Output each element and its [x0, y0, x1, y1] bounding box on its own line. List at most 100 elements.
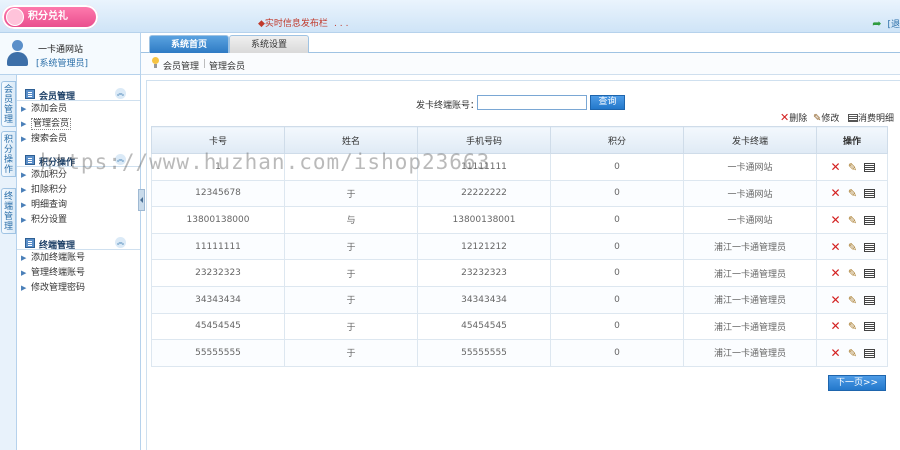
top-tabs: 系统首页 系统设置 [141, 33, 900, 53]
collapse-icon[interactable]: ︽ [115, 154, 126, 165]
collapse-icon[interactable]: ︽ [115, 237, 126, 248]
list-icon[interactable] [863, 162, 875, 172]
breadcrumb-manage-members[interactable]: 管理会员 [209, 59, 245, 72]
delete-icon[interactable]: ✕ [830, 346, 842, 360]
app-logo: 积分兑礼 [2, 5, 98, 29]
cell-actions: ✕ ✎ [816, 339, 888, 367]
collapse-icon[interactable]: ︽ [115, 88, 126, 99]
detail-label[interactable]: 消费明细 [858, 114, 894, 124]
list-icon[interactable] [863, 348, 875, 358]
marquee-dots: ... [333, 19, 352, 29]
cell-points: 0 [550, 339, 684, 367]
delete-icon[interactable]: ✕ [830, 213, 842, 227]
table-row[interactable]: 12345678 于 22222222 0 一卡通网站 ✕ ✎ [151, 179, 888, 208]
cell-card-no: 55555555 [151, 339, 285, 367]
cell-card-no: 1 [151, 153, 285, 181]
pencil-icon[interactable]: ✎ [848, 161, 858, 174]
sidebar-group-header[interactable]: 终端管理 ︽ [17, 236, 140, 251]
breadcrumb-member-management[interactable]: 会员管理 [163, 59, 199, 72]
vtab-points-operations[interactable]: 积分操作 [1, 131, 16, 177]
cell-name: 与 [284, 206, 418, 234]
list-icon[interactable] [863, 215, 875, 225]
sidebar-collapse-handle[interactable] [138, 189, 145, 211]
pencil-icon[interactable]: ✎ [848, 347, 858, 360]
delete-icon: ✕ [780, 111, 790, 124]
tab-settings[interactable]: 系统设置 [229, 35, 309, 53]
sidebar-item-add-points[interactable]: ▶ 添加积分 [17, 168, 140, 183]
cell-phone: 22222222 [417, 179, 551, 208]
vtab-member-management[interactable]: 会员管理 [1, 81, 16, 127]
pencil-icon[interactable]: ✎ [848, 320, 858, 333]
table-row[interactable]: 23232323 于 23232323 0 浦江一卡通管理员 ✕ ✎ [151, 259, 888, 287]
cell-phone: 13800138001 [417, 206, 551, 234]
sidebar-item-add-member[interactable]: ▶ 添加会员 [17, 102, 140, 117]
sidebar-item-change-password[interactable]: ▶ 修改管理密码 [17, 281, 140, 296]
delete-icon[interactable]: ✕ [830, 240, 842, 254]
delete-icon[interactable]: ✕ [830, 319, 842, 333]
sidebar-item-manage-members[interactable]: ▶ 管理会员 [17, 117, 140, 132]
sidebar-item-detail-query[interactable]: ▶ 明细查询 [17, 198, 140, 213]
table-row[interactable]: 11111111 于 12121212 0 浦江一卡通管理员 ✕ ✎ [151, 232, 888, 261]
cell-points: 0 [550, 259, 684, 287]
delete-icon[interactable]: ✕ [830, 160, 842, 174]
cell-terminal: 浦江一卡通管理员 [683, 259, 817, 287]
terminal-account-input[interactable] [477, 95, 587, 110]
cell-terminal: 一卡通网站 [683, 179, 817, 208]
search-label: 发卡终端账号： [416, 101, 480, 111]
delete-icon[interactable]: ✕ [830, 293, 842, 307]
search-button[interactable]: 查询 [590, 95, 625, 110]
lightbulb-icon [151, 57, 160, 68]
table-row[interactable]: 13800138000 与 13800138001 0 一卡通网站 ✕ ✎ [151, 206, 888, 234]
delete-action[interactable]: ✕删除 [780, 111, 807, 124]
sidebar-group-header[interactable]: 会员管理 ︽ [17, 87, 140, 102]
cell-card-no: 45454545 [151, 312, 285, 341]
sidebar-item-deduct-points[interactable]: ▶ 扣除积分 [17, 183, 140, 198]
list-icon[interactable] [863, 269, 875, 279]
arrow-right-icon: ▶ [21, 186, 27, 194]
cell-points: 0 [550, 285, 684, 314]
edit-label[interactable]: 修改 [821, 114, 839, 124]
cell-phone: 55555555 [417, 339, 551, 367]
pencil-icon[interactable]: ✎ [848, 294, 858, 307]
sidebar-item-points-settings[interactable]: ▶ 积分设置 [17, 213, 140, 228]
pencil-icon[interactable]: ✎ [848, 267, 858, 280]
col-header-actions: 操作 [816, 126, 888, 154]
cell-actions: ✕ ✎ [816, 259, 888, 287]
cell-name: 于 [284, 179, 418, 208]
arrow-right-icon: ▶ [21, 171, 27, 179]
table-row[interactable]: 34343434 于 34343434 0 浦江一卡通管理员 ✕ ✎ [151, 285, 888, 314]
vtab-terminal-management[interactable]: 终端管理 [1, 188, 16, 234]
cell-terminal: 浦江一卡通管理员 [683, 312, 817, 341]
next-page-button[interactable]: 下一页>> [828, 375, 886, 391]
sidebar-group-terminals: 终端管理 ︽ ▶ 添加终端账号 ▶ 管理终端账号 ▶ 修改管理密码 [17, 236, 140, 296]
list-icon[interactable] [863, 189, 875, 199]
table-header-row: 卡号 姓名 手机号码 积分 发卡终端 操作 [151, 126, 888, 154]
sidebar-item-manage-terminals[interactable]: ▶ 管理终端账号 [17, 266, 140, 281]
pencil-icon[interactable]: ✎ [848, 241, 858, 254]
sidebar-item-search-members[interactable]: ▶ 搜索会员 [17, 132, 140, 147]
cell-actions: ✕ ✎ [816, 232, 888, 261]
cell-actions: ✕ ✎ [816, 153, 888, 181]
exit-link[interactable]: ➦ [退 [872, 17, 900, 30]
sidebar-item-add-terminal[interactable]: ▶ 添加终端账号 [17, 251, 140, 266]
list-icon[interactable] [863, 322, 875, 332]
sidebar-group-header[interactable]: 积分操作 ︽ [17, 153, 140, 168]
delete-icon[interactable]: ✕ [830, 266, 842, 280]
cell-points: 0 [550, 206, 684, 234]
col-header-phone: 手机号码 [417, 126, 551, 154]
cell-name: 于 [284, 312, 418, 341]
list-icon[interactable] [863, 242, 875, 252]
pencil-icon[interactable]: ✎ [848, 187, 858, 200]
table-row[interactable]: 1 11111111 0 一卡通网站 ✕ ✎ [151, 153, 888, 181]
table-row[interactable]: 55555555 于 55555555 0 浦江一卡通管理员 ✕ ✎ [151, 339, 888, 367]
table-row[interactable]: 45454545 于 45454545 0 浦江一卡通管理员 ✕ ✎ [151, 312, 888, 341]
edit-action[interactable]: ✎修改 [813, 111, 839, 124]
col-header-name: 姓名 [284, 126, 418, 154]
delete-icon[interactable]: ✕ [830, 186, 842, 200]
pencil-icon[interactable]: ✎ [848, 214, 858, 227]
delete-label[interactable]: 删除 [789, 114, 807, 124]
detail-action[interactable]: 消费明细 [848, 111, 894, 124]
list-icon[interactable] [863, 295, 875, 305]
tab-home[interactable]: 系统首页 [149, 35, 229, 53]
exit-label[interactable]: [退 [887, 20, 900, 30]
